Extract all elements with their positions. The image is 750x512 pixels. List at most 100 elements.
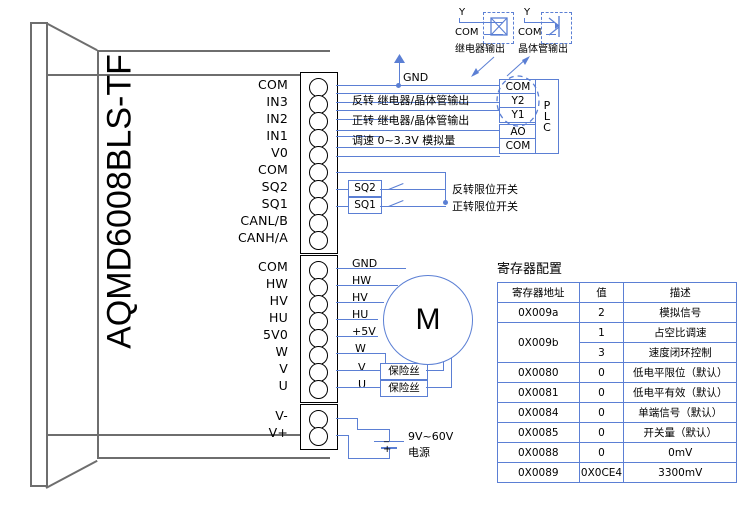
relay-dashed-border <box>483 12 514 44</box>
limit-common-vertical <box>445 172 447 203</box>
register-table-title: 寄存器配置 <box>497 262 563 277</box>
transistor-y-lead <box>524 18 526 23</box>
battery-minus-sign: _ <box>384 432 389 443</box>
sq2-lead <box>336 189 349 191</box>
bevel-top <box>45 22 98 52</box>
page-title: AQMD6008BLS-TF <box>100 54 139 349</box>
cell-value: 0 <box>578 422 625 443</box>
cell-address: 0X0088 <box>497 442 580 463</box>
gnd-arrow-icon <box>394 54 405 63</box>
terminal-block-power[interactable] <box>300 404 338 450</box>
terminal-circle[interactable] <box>309 231 328 250</box>
table-row: 0X0085 0 开关量（默认） <box>497 422 737 443</box>
cell-value: 0 <box>578 362 625 383</box>
row-divider-3 <box>336 156 500 158</box>
relay-com-label: COM <box>455 27 479 38</box>
motor-gnd-label: GND <box>352 257 378 270</box>
terminal-label-w: W <box>275 344 288 359</box>
transistor-leader-arrow-icon <box>506 56 530 77</box>
relay-y-lead <box>459 18 461 23</box>
header-desc: 描述 <box>623 282 737 303</box>
motor-w-label: W <box>355 342 366 355</box>
motor-5v-label: +5V <box>352 325 376 338</box>
fuse-u-lead-in <box>360 387 381 389</box>
transistor-com-label: COM <box>518 27 542 38</box>
terminal-label-sq2: SQ2 <box>261 179 288 194</box>
vminus-wire <box>336 418 358 420</box>
motor-hw-label: HW <box>352 274 372 287</box>
cell-value: 0 <box>578 382 625 403</box>
terminal-label-hu: HU <box>269 310 288 325</box>
transistor-output-caption: 晶体管输出 <box>518 44 568 55</box>
motor-v-wire <box>336 370 360 372</box>
in2-description: 正转 继电器/晶体管输出 <box>352 114 470 127</box>
com2-wire <box>336 172 446 174</box>
in1-description: 调速 0~3.3V 模拟量 <box>352 134 456 147</box>
relay-leader-arrow-icon <box>471 56 495 77</box>
terminal-label-5v0: 5V0 <box>262 327 288 342</box>
battery-top-wire <box>357 429 390 431</box>
sq1-description: 正转限位开关 <box>452 200 518 213</box>
power-range-label: 9V~60V <box>408 430 454 443</box>
terminal-circle[interactable] <box>309 427 328 446</box>
fuse-v-lead-in <box>360 370 381 372</box>
plc-letter-c: C <box>543 121 551 134</box>
flange-outer-edge <box>30 22 32 487</box>
motor-symbol: M <box>383 275 473 365</box>
cell-address: 0X0080 <box>497 362 580 383</box>
cell-value: 3 <box>578 342 625 363</box>
terminal-label-v0: V0 <box>271 145 288 160</box>
relay-output-caption: 继电器输出 <box>455 44 505 55</box>
terminal-label-v: V <box>279 361 288 376</box>
terminal-label-in1: IN1 <box>266 128 288 143</box>
in3-description: 反转 继电器/晶体管输出 <box>352 94 470 107</box>
cell-address: 0X0085 <box>497 422 580 443</box>
junction-dot <box>443 200 448 205</box>
cell-desc: 低电平有效（默认） <box>623 382 737 403</box>
sq1-terminal-box: SQ1 <box>348 197 382 214</box>
table-row: 0X0089 0X0CE4 3300mV <box>497 462 737 483</box>
fuse-box-u: 保险丝 <box>380 380 428 397</box>
cell-desc: 低电平限位（默认） <box>623 362 737 383</box>
com-wire <box>336 85 499 87</box>
cell-address: 0X0081 <box>497 382 580 403</box>
register-configuration-table: 寄存器地址 值 描述 0X009a 2 模拟信号 0X009b 1 占空比调速 … <box>497 282 737 483</box>
terminal-block-signal[interactable] <box>300 72 338 254</box>
motor-letter: M <box>415 303 441 336</box>
cell-desc: 模拟信号 <box>623 302 737 323</box>
cell-value: 0 <box>578 402 625 423</box>
transistor-y-label: Y <box>524 7 531 18</box>
cell-desc: 占空比调速 <box>623 322 737 343</box>
fuse-u-lead-out <box>426 387 452 389</box>
in2-wire-b <box>336 130 500 132</box>
row-divider-1 <box>336 93 500 95</box>
fuse-v-lead-out <box>426 370 444 372</box>
cell-desc: 0mV <box>623 442 737 463</box>
terminal-label-hv: HV <box>269 293 288 308</box>
cell-desc: 3300mV <box>623 462 737 483</box>
sq1-lead <box>336 206 349 208</box>
fuse-u-riser <box>451 358 453 388</box>
table-row: 0X0080 0 低电平限位（默认） <box>497 362 737 383</box>
terminal-label-hw: HW <box>265 276 288 291</box>
terminal-label-v-plus: V+ <box>268 425 288 440</box>
battery-plate-long <box>374 441 404 443</box>
sq2-terminal-box: SQ2 <box>348 180 382 197</box>
relay-y-label: Y <box>459 7 466 18</box>
cell-value: 1 <box>578 322 625 343</box>
terminal-label-column: COM IN3 IN2 IN1 V0 COM SQ2 SQ1 CANL/B CA… <box>180 76 288 486</box>
bevel-bottom <box>45 459 98 489</box>
vplus-wire <box>336 435 348 437</box>
terminal-label-com-1: COM <box>258 77 288 92</box>
gnd-label: GND <box>403 71 429 84</box>
table-row: 0X009a 2 模拟信号 <box>497 302 737 323</box>
cell-address: 0X0084 <box>497 402 580 423</box>
terminal-circle[interactable] <box>309 380 328 399</box>
table-header-row: 寄存器地址 值 描述 <box>497 282 737 303</box>
table-row: 0X0084 0 单端信号（默认） <box>497 402 737 423</box>
battery-bottom-wire <box>348 458 390 460</box>
terminal-block-motor[interactable] <box>300 255 338 403</box>
plc-terminal-com-bottom[interactable]: COM <box>499 138 537 154</box>
header-address: 寄存器地址 <box>497 282 580 303</box>
motor-lead-gnd <box>392 268 406 270</box>
